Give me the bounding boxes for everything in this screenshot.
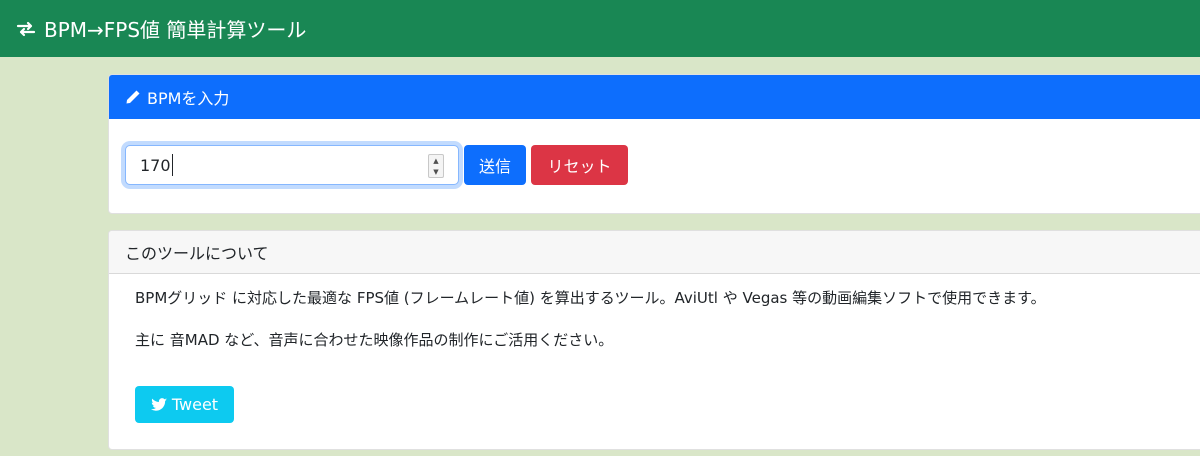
- app-title: BPM→FPS値 簡単計算ツール: [44, 18, 307, 42]
- bpm-input-header: BPMを入力: [109, 75, 1200, 119]
- about-header: このツールについて: [109, 231, 1200, 274]
- about-description: BPMグリッド に対応した最適な FPS値 (フレームレート値) を算出するツー…: [135, 289, 1046, 307]
- bpm-number-input[interactable]: 170 ▲ ▼: [125, 145, 459, 185]
- about-card: このツールについて BPMグリッド に対応した最適な FPS値 (フレームレート…: [108, 230, 1200, 450]
- exchange-arrows-icon: [16, 19, 36, 39]
- spinner-up-icon[interactable]: ▲: [429, 155, 443, 166]
- send-button[interactable]: 送信: [464, 145, 526, 185]
- bpm-spinner[interactable]: ▲ ▼: [428, 154, 444, 178]
- bpm-input-title: BPMを入力: [147, 89, 230, 108]
- about-body: BPMグリッド に対応した最適な FPS値 (フレームレート値) を算出するツー…: [135, 287, 1046, 351]
- bpm-form: 170 ▲ ▼ 送信 リセット: [125, 145, 628, 185]
- spinner-down-icon[interactable]: ▼: [429, 166, 443, 177]
- bpm-input-value[interactable]: 170: [140, 156, 171, 175]
- twitter-bird-icon: [150, 397, 167, 412]
- bpm-input-card: BPMを入力 170 ▲ ▼ 送信 リセット: [108, 74, 1200, 214]
- reset-button[interactable]: リセット: [531, 145, 628, 185]
- app-brand[interactable]: BPM→FPS値 簡単計算ツール: [16, 14, 306, 43]
- pencil-icon: [125, 89, 141, 105]
- tweet-label: Tweet: [171, 395, 219, 414]
- navbar: BPM→FPS値 簡単計算ツール: [0, 0, 1200, 57]
- text-caret: [171, 154, 173, 176]
- tweet-button[interactable]: Tweet: [135, 386, 234, 423]
- about-usage-note: 主に 音MAD など、音声に合わせた映像作品の制作にご活用ください。: [135, 331, 614, 349]
